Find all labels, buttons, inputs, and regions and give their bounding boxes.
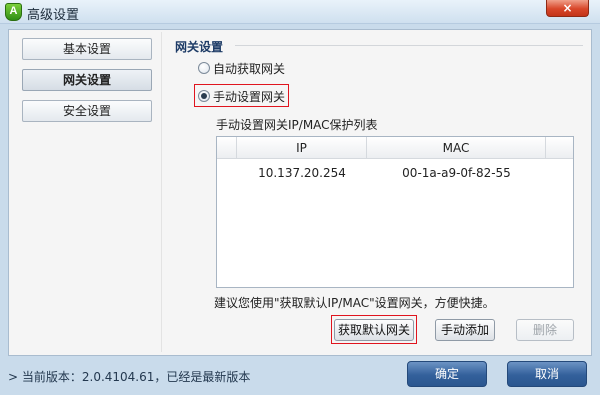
auto-gateway-radio[interactable] bbox=[198, 62, 210, 74]
manual-gateway-label: 手动设置网关 bbox=[213, 89, 286, 104]
get-default-gateway-button[interactable]: 获取默认网关 bbox=[334, 319, 414, 341]
section-title: 网关设置 bbox=[175, 40, 224, 54]
cancel-button[interactable]: 取消 bbox=[507, 361, 587, 387]
close-icon: × bbox=[562, 1, 573, 15]
manual-add-button[interactable]: 手动添加 bbox=[435, 319, 495, 341]
title-bar: A 高级设置 × bbox=[0, 0, 600, 24]
manual-gateway-option[interactable]: 手动设置网关 bbox=[198, 87, 285, 105]
table-header-spacer bbox=[217, 137, 237, 159]
sidebar-item-basic-settings[interactable]: 基本设置 bbox=[22, 38, 152, 60]
shield-logo-icon: A bbox=[5, 3, 22, 21]
sidebar-item-gateway-settings[interactable]: 网关设置 bbox=[22, 69, 152, 91]
window-title: 高级设置 bbox=[27, 8, 80, 23]
usage-hint: 建议您使用"获取默认IP/MAC"设置网关，方便快捷。 bbox=[214, 296, 495, 310]
ok-button[interactable]: 确定 bbox=[407, 361, 487, 387]
delete-button[interactable]: 删除 bbox=[516, 319, 574, 341]
section-divider bbox=[235, 45, 583, 46]
table-row-mac-cell[interactable]: 00-1a-a9-0f-82-55 bbox=[367, 164, 546, 182]
auto-gateway-option[interactable]: 自动获取网关 bbox=[198, 59, 285, 77]
table-header-mac[interactable]: MAC bbox=[367, 137, 546, 159]
sidebar-divider bbox=[161, 32, 162, 352]
ip-mac-table[interactable]: IP MAC 10.137.20.254 00-1a-a9-0f-82-55 bbox=[216, 136, 574, 288]
table-row-ip-cell[interactable]: 10.137.20.254 bbox=[237, 164, 367, 182]
auto-gateway-label: 自动获取网关 bbox=[213, 61, 286, 76]
protection-list-caption: 手动设置网关IP/MAC保护列表 bbox=[216, 118, 378, 132]
version-status: > 当前版本：2.0.4104.61，已经是最新版本 bbox=[8, 370, 251, 384]
table-header-ip[interactable]: IP bbox=[237, 137, 367, 159]
table-header-end bbox=[546, 137, 573, 159]
close-button[interactable]: × bbox=[546, 0, 589, 17]
manual-gateway-radio[interactable] bbox=[198, 90, 210, 102]
settings-panel: 基本设置 网关设置 安全设置 网关设置 自动获取网关 手动设置网关 手动设置网关… bbox=[8, 29, 592, 356]
sidebar-item-security-settings[interactable]: 安全设置 bbox=[22, 100, 152, 122]
